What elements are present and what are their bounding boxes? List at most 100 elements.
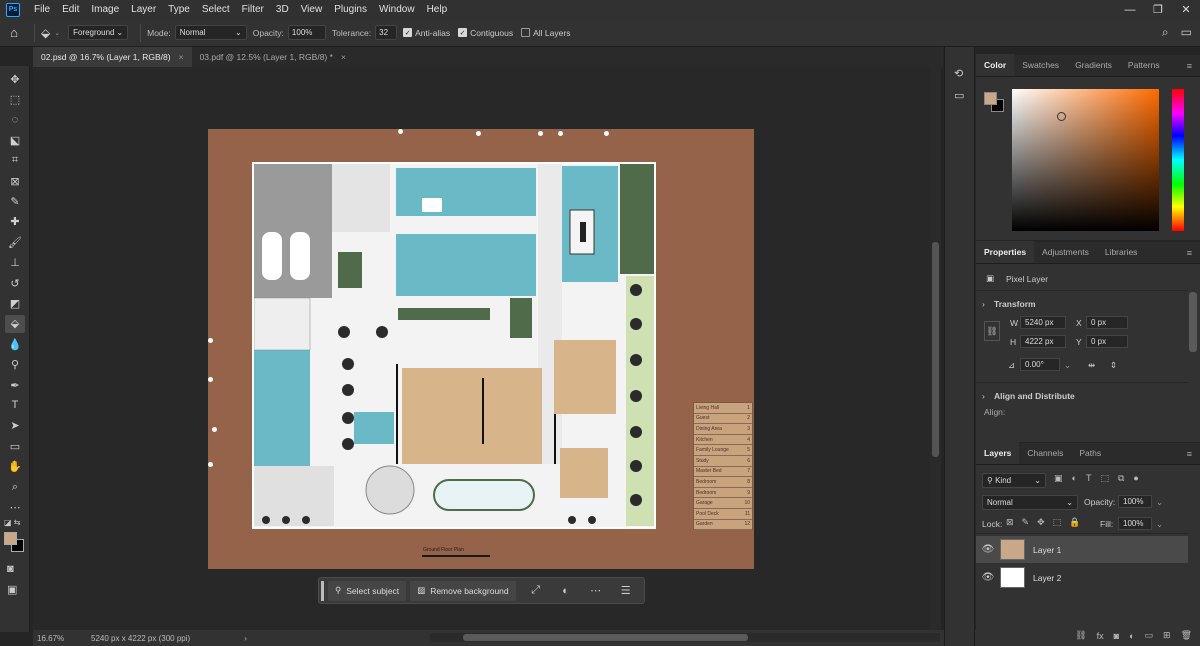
opacity-chevron-icon[interactable]: ⌄ xyxy=(1156,497,1163,508)
y-input[interactable]: 0 px xyxy=(1086,335,1128,348)
width-input[interactable]: 5240 px xyxy=(1020,316,1066,329)
minimize-button[interactable]: — xyxy=(1116,0,1144,19)
pen-tool-icon[interactable]: ✒ xyxy=(5,376,25,394)
comments-icon[interactable]: ▭ xyxy=(954,89,964,102)
fill-source-select[interactable]: Foreground ⌄ xyxy=(68,25,129,40)
link-layers-icon[interactable]: ⛓ xyxy=(1075,630,1086,641)
lock-transparent-icon[interactable]: ⊠ xyxy=(1006,517,1014,528)
screen-mode-icon[interactable]: ▣ xyxy=(7,583,17,596)
properties-scrollbar[interactable] xyxy=(1189,292,1197,352)
filter-toggle-icon[interactable]: ● xyxy=(1133,473,1138,484)
foreground-color-swatch[interactable] xyxy=(4,532,17,545)
tab-02-psd[interactable]: 02.psd @ 16.7% (Layer 1, RGB/8) × xyxy=(33,47,192,67)
new-layer-icon[interactable]: ⊞ xyxy=(1163,630,1171,641)
filter-shape-icon[interactable]: ⬚ xyxy=(1100,473,1109,484)
filter-adjustment-icon[interactable]: ◐ xyxy=(1072,473,1077,484)
eyedropper-tool-icon[interactable]: ✎ xyxy=(5,192,25,210)
panel-menu-icon[interactable]: ≡ xyxy=(1187,248,1192,258)
color-picker-cursor[interactable] xyxy=(1057,112,1066,121)
lock-position-icon[interactable]: ✥ xyxy=(1037,517,1045,528)
crop-tool-icon[interactable]: ⌗ xyxy=(5,152,25,170)
panel-menu-icon[interactable]: ≡ xyxy=(1187,61,1192,71)
quick-mask-icon[interactable]: ◙ xyxy=(7,563,14,575)
foreground-color-swatch[interactable] xyxy=(984,92,997,105)
blend-mode-select[interactable]: Normal ⌄ xyxy=(982,495,1078,510)
search-icon[interactable]: ⌕ xyxy=(1162,25,1169,40)
menu-help[interactable]: Help xyxy=(421,0,454,19)
clone-stamp-tool-icon[interactable]: ⊥ xyxy=(5,254,25,272)
hue-slider[interactable] xyxy=(1172,89,1184,231)
align-section-label[interactable]: Align and Distribute xyxy=(994,391,1075,401)
zoom-level[interactable]: 16.67% xyxy=(37,634,91,643)
tab-adjustments[interactable]: Adjustments xyxy=(1034,241,1097,263)
close-window-button[interactable]: ✕ xyxy=(1172,0,1200,19)
lock-artboard-icon[interactable]: ⬚ xyxy=(1053,517,1062,528)
angle-chevron-icon[interactable]: ⌄ xyxy=(1064,360,1071,371)
remove-background-button[interactable]: ▨ Remove background xyxy=(410,580,516,601)
tolerance-input[interactable]: 32 xyxy=(375,25,398,40)
contiguous-checkbox[interactable]: ✓ Contiguous xyxy=(458,28,513,38)
zoom-tool-icon[interactable]: ⌕ xyxy=(5,478,25,496)
layer-row-layer-1[interactable]: 👁 Layer 1 xyxy=(976,536,1188,563)
menu-3d[interactable]: 3D xyxy=(270,0,295,19)
brush-tool-icon[interactable]: 🖌 xyxy=(5,233,25,251)
hand-tool-icon[interactable]: ✋ xyxy=(5,458,25,476)
flip-vertical-icon[interactable]: ⇕ xyxy=(1110,360,1117,371)
antialias-checkbox[interactable]: ✓ Anti-alias xyxy=(403,28,450,38)
tab-layers[interactable]: Layers xyxy=(976,442,1020,464)
workspace-icon[interactable]: ▭ xyxy=(1181,25,1192,40)
delete-layer-icon[interactable]: 🗑 xyxy=(1181,630,1192,641)
history-brush-tool-icon[interactable]: ↺ xyxy=(5,274,25,292)
menu-layer[interactable]: Layer xyxy=(125,0,162,19)
home-icon[interactable]: ⌂ xyxy=(0,25,28,40)
eraser-tool-icon[interactable]: ◩ xyxy=(5,294,25,312)
document-canvas[interactable]: Living Hall 1 Guest 2 Dining Area 3 Kitchen 4 Fa… xyxy=(208,129,754,569)
tool-preset-chevron-icon[interactable]: ⌄ xyxy=(54,29,60,37)
fill-input[interactable]: 100% xyxy=(1118,517,1152,530)
move-tool-icon[interactable]: ✥ xyxy=(5,70,25,88)
horizontal-scroll-thumb[interactable] xyxy=(463,634,748,641)
path-selection-tool-icon[interactable]: ➤ xyxy=(5,417,25,435)
horizontal-scrollbar[interactable] xyxy=(430,633,940,642)
menu-image[interactable]: Image xyxy=(85,0,125,19)
layer-style-icon[interactable]: fx xyxy=(1097,631,1104,641)
angle-input[interactable]: 0.00° xyxy=(1020,358,1060,371)
link-icon[interactable]: ⛓ xyxy=(984,321,1000,341)
menu-edit[interactable]: Edit xyxy=(56,0,85,19)
tab-patterns[interactable]: Patterns xyxy=(1120,54,1168,76)
transform-section-label[interactable]: Transform xyxy=(994,299,1036,309)
visibility-eye-icon[interactable]: 👁 xyxy=(976,544,1000,555)
layer-name[interactable]: Layer 1 xyxy=(1033,545,1061,555)
menu-window[interactable]: Window xyxy=(373,0,421,19)
tab-channels[interactable]: Channels xyxy=(1019,442,1071,464)
vertical-scrollbar[interactable] xyxy=(930,67,941,630)
blur-tool-icon[interactable]: 💧 xyxy=(5,335,25,353)
object-selection-tool-icon[interactable]: ⬕ xyxy=(5,131,25,149)
menu-filter[interactable]: Filter xyxy=(236,0,270,19)
dodge-tool-icon[interactable]: ⚲ xyxy=(5,356,25,374)
default-colors-icon[interactable]: ◪ ⇆ xyxy=(4,518,20,527)
history-icon[interactable]: ⟲ xyxy=(954,67,963,80)
tab-03-pdf[interactable]: 03.pdf @ 12.5% (Layer 1, RGB/8) * × xyxy=(192,47,354,67)
tab-color[interactable]: Color xyxy=(976,54,1015,76)
layer-name[interactable]: Layer 2 xyxy=(1033,573,1061,583)
marquee-tool-icon[interactable]: ⬚ xyxy=(5,90,25,108)
canvas-area[interactable]: Living Hall 1 Guest 2 Dining Area 3 Kitchen 4 Fa… xyxy=(33,67,941,630)
mask-icon[interactable]: ◐ xyxy=(556,581,576,601)
lock-all-icon[interactable]: 🔒 xyxy=(1069,517,1080,528)
menu-file[interactable]: File xyxy=(28,0,56,19)
transform-chevron-icon[interactable]: › xyxy=(982,299,985,309)
opacity-input[interactable]: 100% xyxy=(287,25,326,40)
layer-opacity-input[interactable]: 100% xyxy=(1118,495,1152,508)
more-options-icon[interactable]: ⋯ xyxy=(586,581,606,601)
lasso-tool-icon[interactable]: ◌ xyxy=(5,111,25,129)
new-adjustment-icon[interactable]: ◐ xyxy=(1129,631,1134,641)
layer-filter-select[interactable]: ⚲ Kind ⌄ xyxy=(982,473,1046,488)
settings-icon[interactable]: ☰ xyxy=(616,581,636,601)
tab-properties[interactable]: Properties xyxy=(976,241,1035,263)
paint-bucket-icon[interactable]: ⬙ xyxy=(41,26,50,40)
panel-menu-icon[interactable]: ≡ xyxy=(1187,449,1192,459)
tab-swatches[interactable]: Swatches xyxy=(1014,54,1067,76)
tab-paths[interactable]: Paths xyxy=(1071,442,1109,464)
saturation-brightness-field[interactable] xyxy=(1012,89,1159,231)
